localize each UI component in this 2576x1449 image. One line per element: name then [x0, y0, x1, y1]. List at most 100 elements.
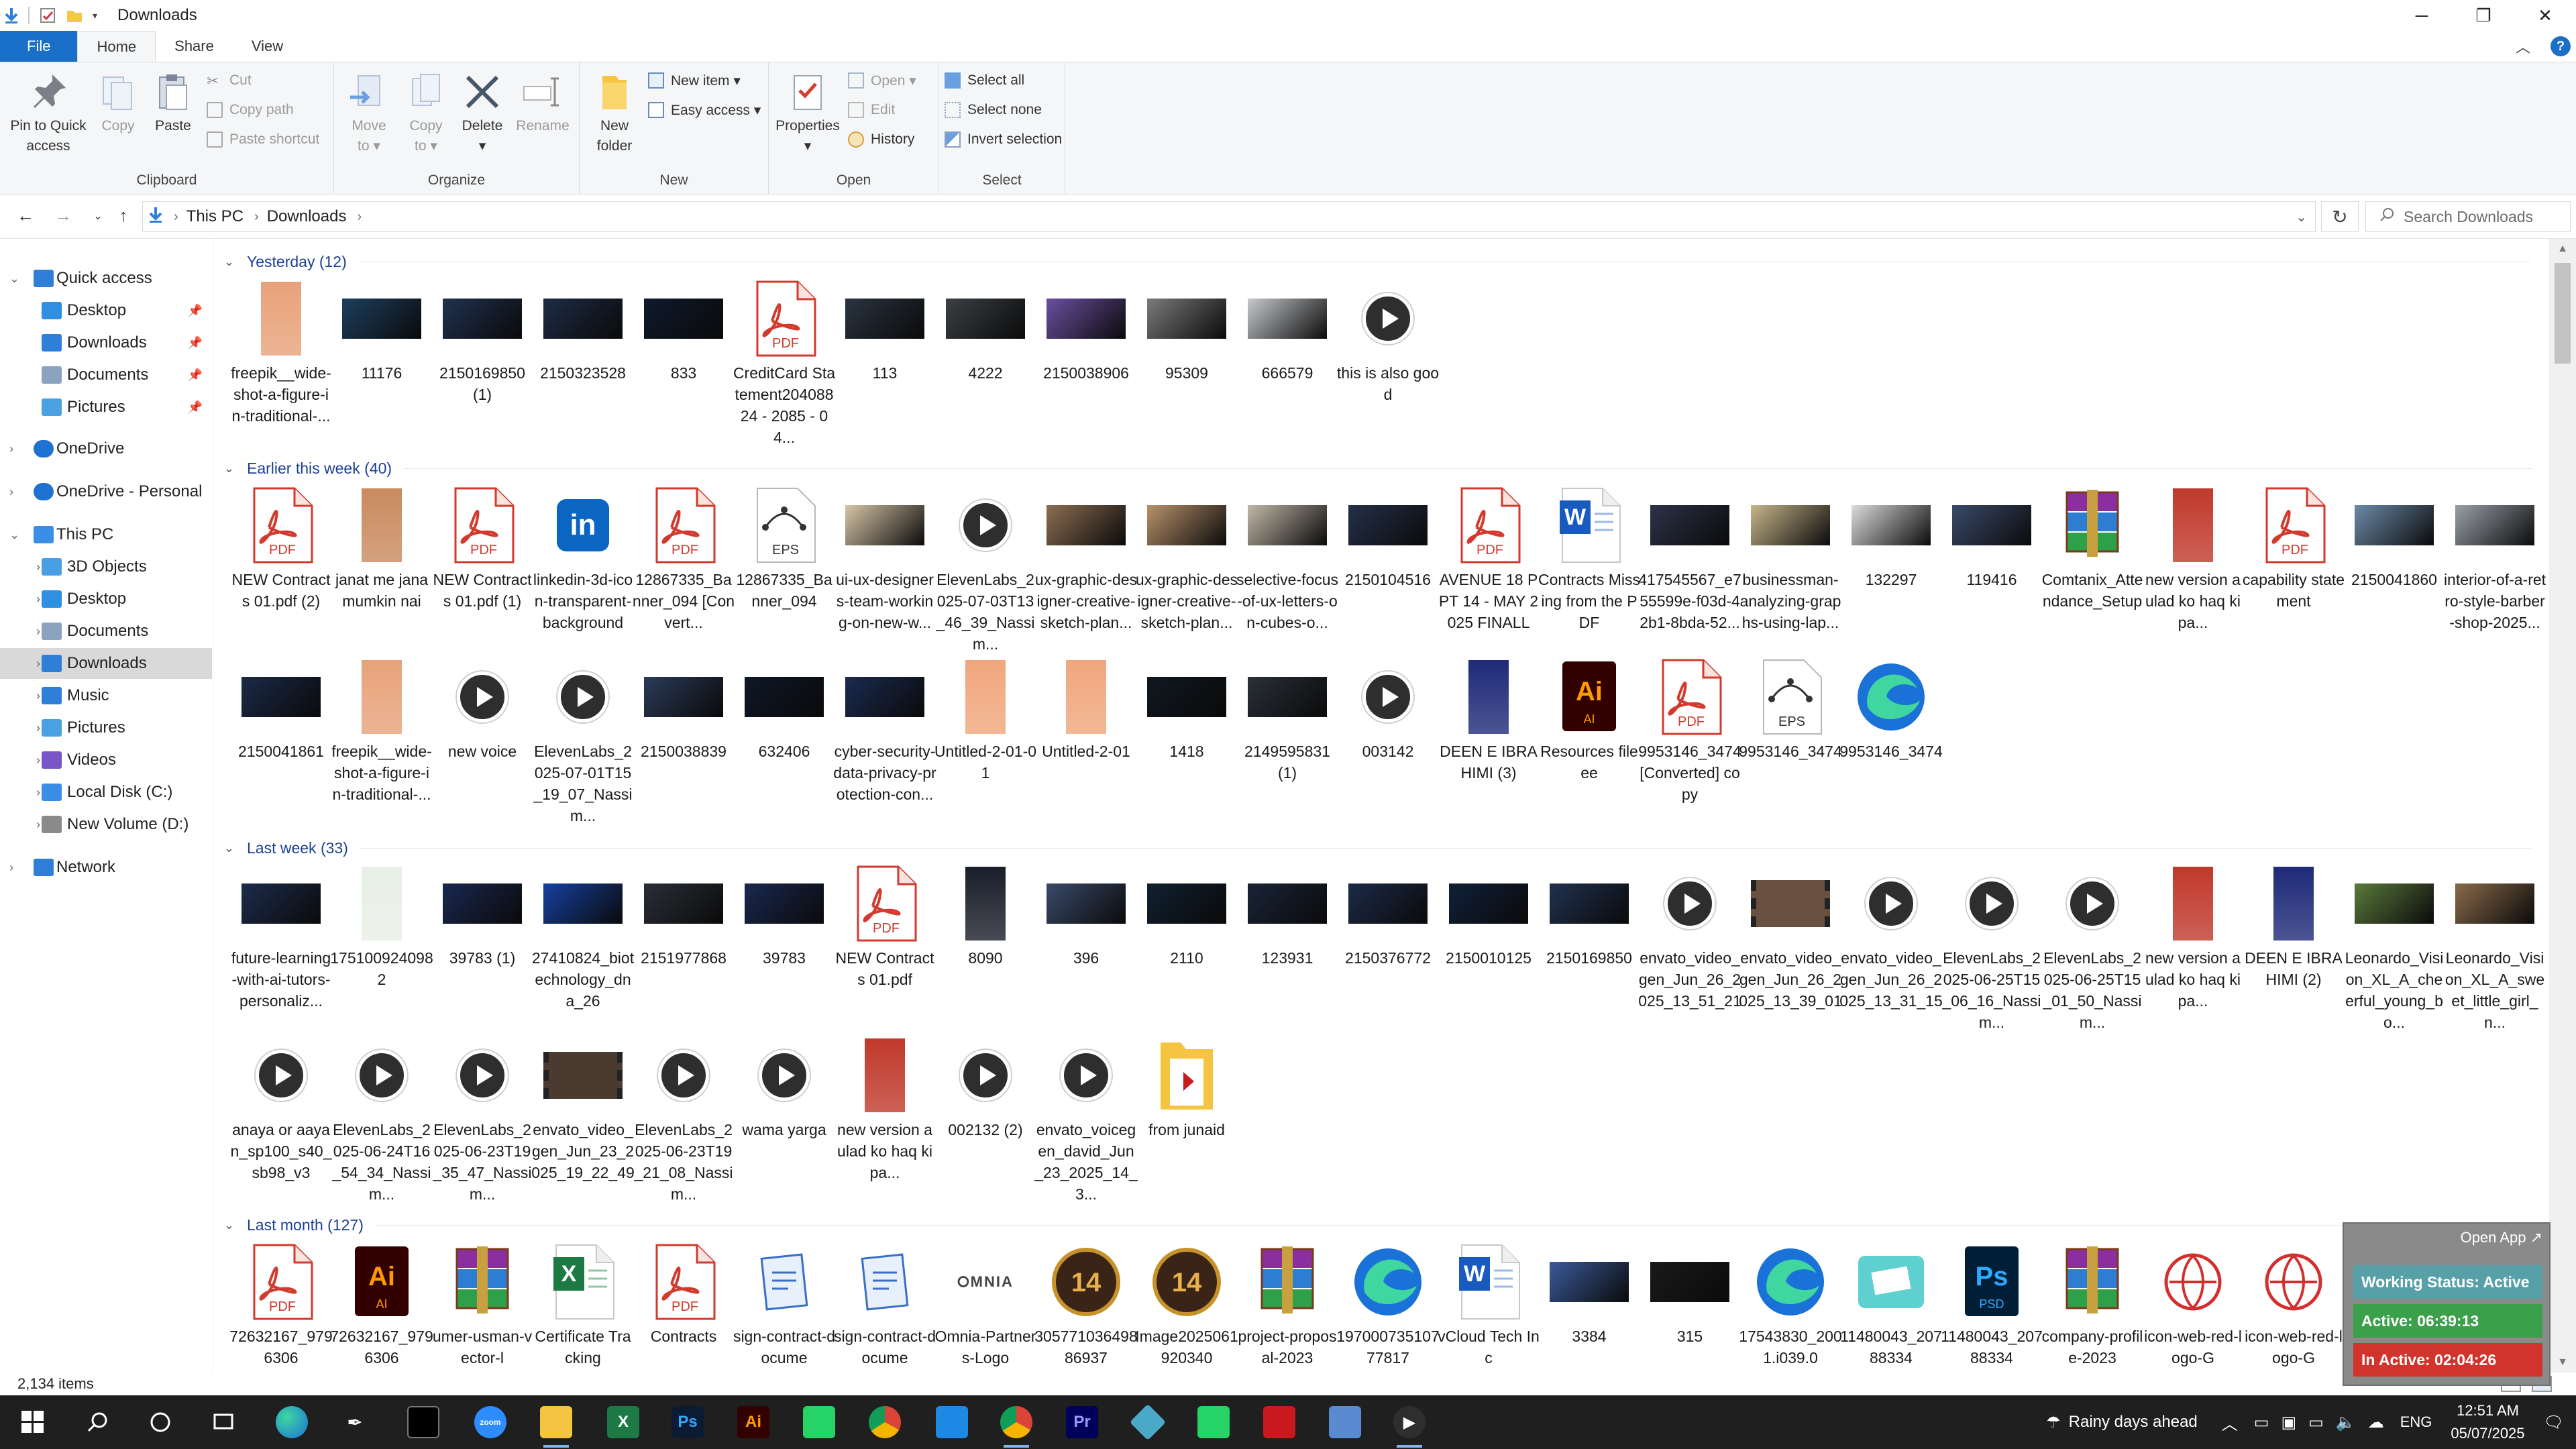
file-item[interactable]: ux-graphic-designer-creative-sketch-plan… — [1035, 486, 1137, 653]
file-item[interactable]: 4222 — [936, 279, 1034, 447]
file-item[interactable]: envato_video_gen_Jun_26_2025_13_31_15 — [1839, 864, 1943, 1032]
clock[interactable]: 12:51 AM 05/07/2025 — [2451, 1399, 2524, 1445]
help-icon[interactable]: ? — [2551, 36, 2571, 56]
nav-item[interactable]: Downloads 📌 — [0, 327, 212, 358]
file-item[interactable]: businessman-analyzing-graphs-using-lap..… — [1740, 486, 1841, 653]
downloads-arrow-icon[interactable] — [4, 7, 19, 24]
file-item[interactable]: 27410824_biotechnology_dna_26 — [532, 864, 634, 1032]
copy-to-button[interactable]: Copy to ▾ — [397, 70, 455, 156]
file-item[interactable]: freepik__wide-shot-a-figure-in-tradition… — [231, 279, 331, 447]
file-item[interactable]: icon-web-red-logo-G — [2245, 1242, 2343, 1373]
move-to-button[interactable]: Move to ▾ — [337, 70, 401, 156]
new-folder-quick-icon[interactable] — [66, 7, 83, 24]
select-none-button[interactable]: Select none — [945, 97, 1042, 123]
file-item[interactable]: ui-ux-designers-team-working-on-new-w... — [836, 486, 934, 653]
file-item[interactable]: WvCloud Tech Inc — [1438, 1242, 1540, 1373]
media-player-taskbar-icon[interactable]: ▶ — [1386, 1402, 1433, 1448]
group-header[interactable]: ⌄ Last week (33) — [224, 835, 2532, 861]
file-item[interactable]: PDF NEW Contracts 01.pdf (2) — [232, 486, 330, 653]
easy-access-button[interactable]: Easy access ▾ — [648, 97, 761, 123]
file-item[interactable]: 39783 — [735, 864, 833, 1032]
photoshop-taskbar-icon[interactable]: Ps — [664, 1402, 711, 1442]
file-item[interactable]: ElevenLabs_2025-06-23T19_35_47_Nassim... — [433, 1036, 532, 1203]
refresh-button[interactable]: ↻ — [2321, 201, 2359, 232]
expand-chevron-icon[interactable]: › — [36, 592, 40, 606]
expand-chevron-icon[interactable]: › — [36, 689, 40, 703]
acrobat-taskbar-icon[interactable] — [1256, 1402, 1303, 1442]
file-item[interactable]: 2150104516 — [1339, 486, 1437, 653]
minimize-button[interactable]: ─ — [2391, 0, 2453, 31]
file-item[interactable]: 666579 — [1238, 279, 1336, 447]
nav-item[interactable]: › OneDrive — [0, 433, 212, 464]
scrollbar-thumb[interactable] — [2555, 263, 2571, 364]
file-item[interactable]: cyber-security-data-privacy-protection-c… — [833, 657, 936, 825]
file-item[interactable]: PDF NEW Contracts 01.pdf (1) — [433, 486, 531, 653]
file-item[interactable]: from junaid — [1138, 1036, 1236, 1203]
file-item[interactable]: 119416 — [1943, 486, 2041, 653]
file-item[interactable]: selective-focus-of-ux-letters-on-cubes-o… — [1236, 486, 1338, 653]
file-item[interactable]: ElevenLabs_2025-06-25T15_06_16_Nassim... — [1942, 864, 2041, 1032]
file-item[interactable]: 14 Image2025061920340 — [1135, 1242, 1238, 1373]
tab-share[interactable]: Share — [156, 31, 233, 62]
file-item[interactable]: ⭘MNIA Omnia-Partners-Logo — [935, 1242, 1036, 1373]
file-item[interactable]: 315 — [1641, 1242, 1739, 1373]
edit-button[interactable]: Edit — [848, 97, 895, 123]
meet-now-icon[interactable]: ▭ — [2254, 1413, 2269, 1432]
file-item[interactable]: DEEN E IBRAHIMI (3) — [1440, 657, 1538, 825]
new-folder-button[interactable]: New folder — [580, 70, 649, 156]
file-item[interactable]: janat me jana mumkin nai — [333, 486, 431, 653]
expand-chevron-icon[interactable]: › — [9, 442, 13, 456]
file-item[interactable]: 1751009240982 — [330, 864, 433, 1032]
file-item[interactable]: 3384 — [1540, 1242, 1638, 1373]
history-button[interactable]: History — [848, 127, 914, 152]
expand-chevron-icon[interactable]: ⌄ — [9, 272, 19, 286]
file-item[interactable]: ElevenLabs_2025-07-03T13_46_39_Nassim... — [936, 486, 1035, 653]
file-item[interactable]: Leonardo_Vision_XL_A_cheerful_young_bo..… — [2345, 864, 2443, 1032]
nav-item[interactable]: › Documents — [0, 616, 212, 647]
zoom-taskbar-icon[interactable]: zoom — [467, 1402, 514, 1442]
file-item[interactable]: project-proposal-2023 — [1238, 1242, 1337, 1373]
file-item[interactable]: envato_video_gen_Jun_26_2025_13_51_21 — [1638, 864, 1741, 1032]
file-item[interactable]: 2150323528 — [534, 279, 632, 447]
file-item[interactable]: 19700073510777817 — [1336, 1242, 1440, 1373]
file-item[interactable]: 95309 — [1138, 279, 1236, 447]
file-item[interactable]: ux-graphic-designer-creative-sketch-plan… — [1136, 486, 1238, 653]
file-item[interactable]: Ps PSD 11480043_20788334 — [1941, 1242, 2043, 1373]
file-item[interactable]: 17543830_2001.i039.0 — [1739, 1242, 1842, 1373]
breadcrumb-separator-icon[interactable]: › — [357, 209, 362, 225]
file-item[interactable]: 2150041860 — [2345, 486, 2443, 653]
nav-item[interactable]: Documents 📌 — [0, 360, 212, 390]
search-box[interactable]: Search Downloads — [2365, 201, 2571, 232]
file-item[interactable]: future-learning-with-ai-tutors-personali… — [231, 864, 331, 1032]
chrome-profile-taskbar-icon[interactable] — [993, 1402, 1040, 1448]
calculator-taskbar-icon[interactable] — [1322, 1402, 1368, 1442]
paste-button[interactable]: Paste — [136, 70, 211, 136]
tab-view[interactable]: View — [233, 31, 302, 62]
whatsapp-business-taskbar-icon[interactable] — [1190, 1402, 1237, 1442]
nav-item[interactable]: › Pictures — [0, 712, 212, 743]
file-item[interactable]: 2150169850 (1) — [433, 279, 531, 447]
delete-dropdown[interactable]: ▾ — [453, 136, 511, 156]
file-item[interactable]: sign-contract-docume — [834, 1242, 936, 1373]
paste-shortcut-button[interactable]: Paste shortcut — [207, 127, 319, 152]
expand-chevron-icon[interactable]: › — [36, 786, 40, 800]
expand-chevron-icon[interactable]: › — [36, 560, 40, 574]
terminal-taskbar-icon[interactable] — [400, 1402, 447, 1442]
group-header[interactable]: ⌄ Earlier this week (40) — [224, 455, 2532, 482]
file-item[interactable]: icon-web-red-logo-G — [2144, 1242, 2242, 1373]
invert-selection-button[interactable]: Invert selection — [945, 127, 1062, 152]
file-item[interactable]: this is also good — [1337, 279, 1439, 447]
file-item[interactable]: Untitled-2-01-01 — [934, 657, 1036, 825]
task-view-icon[interactable] — [200, 1402, 247, 1442]
file-item[interactable]: 2110 — [1138, 864, 1236, 1032]
file-item[interactable]: 14 30577103649886937 — [1034, 1242, 1138, 1373]
file-item[interactable]: wama yarga — [735, 1036, 833, 1203]
pin-to-quick-access-button[interactable]: Pin to Quick access — [4, 70, 93, 156]
tab-home[interactable]: Home — [77, 31, 156, 62]
nav-item[interactable]: Desktop 📌 — [0, 295, 212, 326]
file-item[interactable]: 2151977868 — [635, 864, 733, 1032]
file-item[interactable]: PDF NEW Contracts 01.pdf — [836, 864, 934, 1032]
file-item[interactable]: Untitled-2-01 — [1037, 657, 1135, 825]
file-item[interactable]: X Certificate Tracking — [534, 1242, 632, 1373]
file-item[interactable]: umer-usman-vector-l — [433, 1242, 532, 1373]
